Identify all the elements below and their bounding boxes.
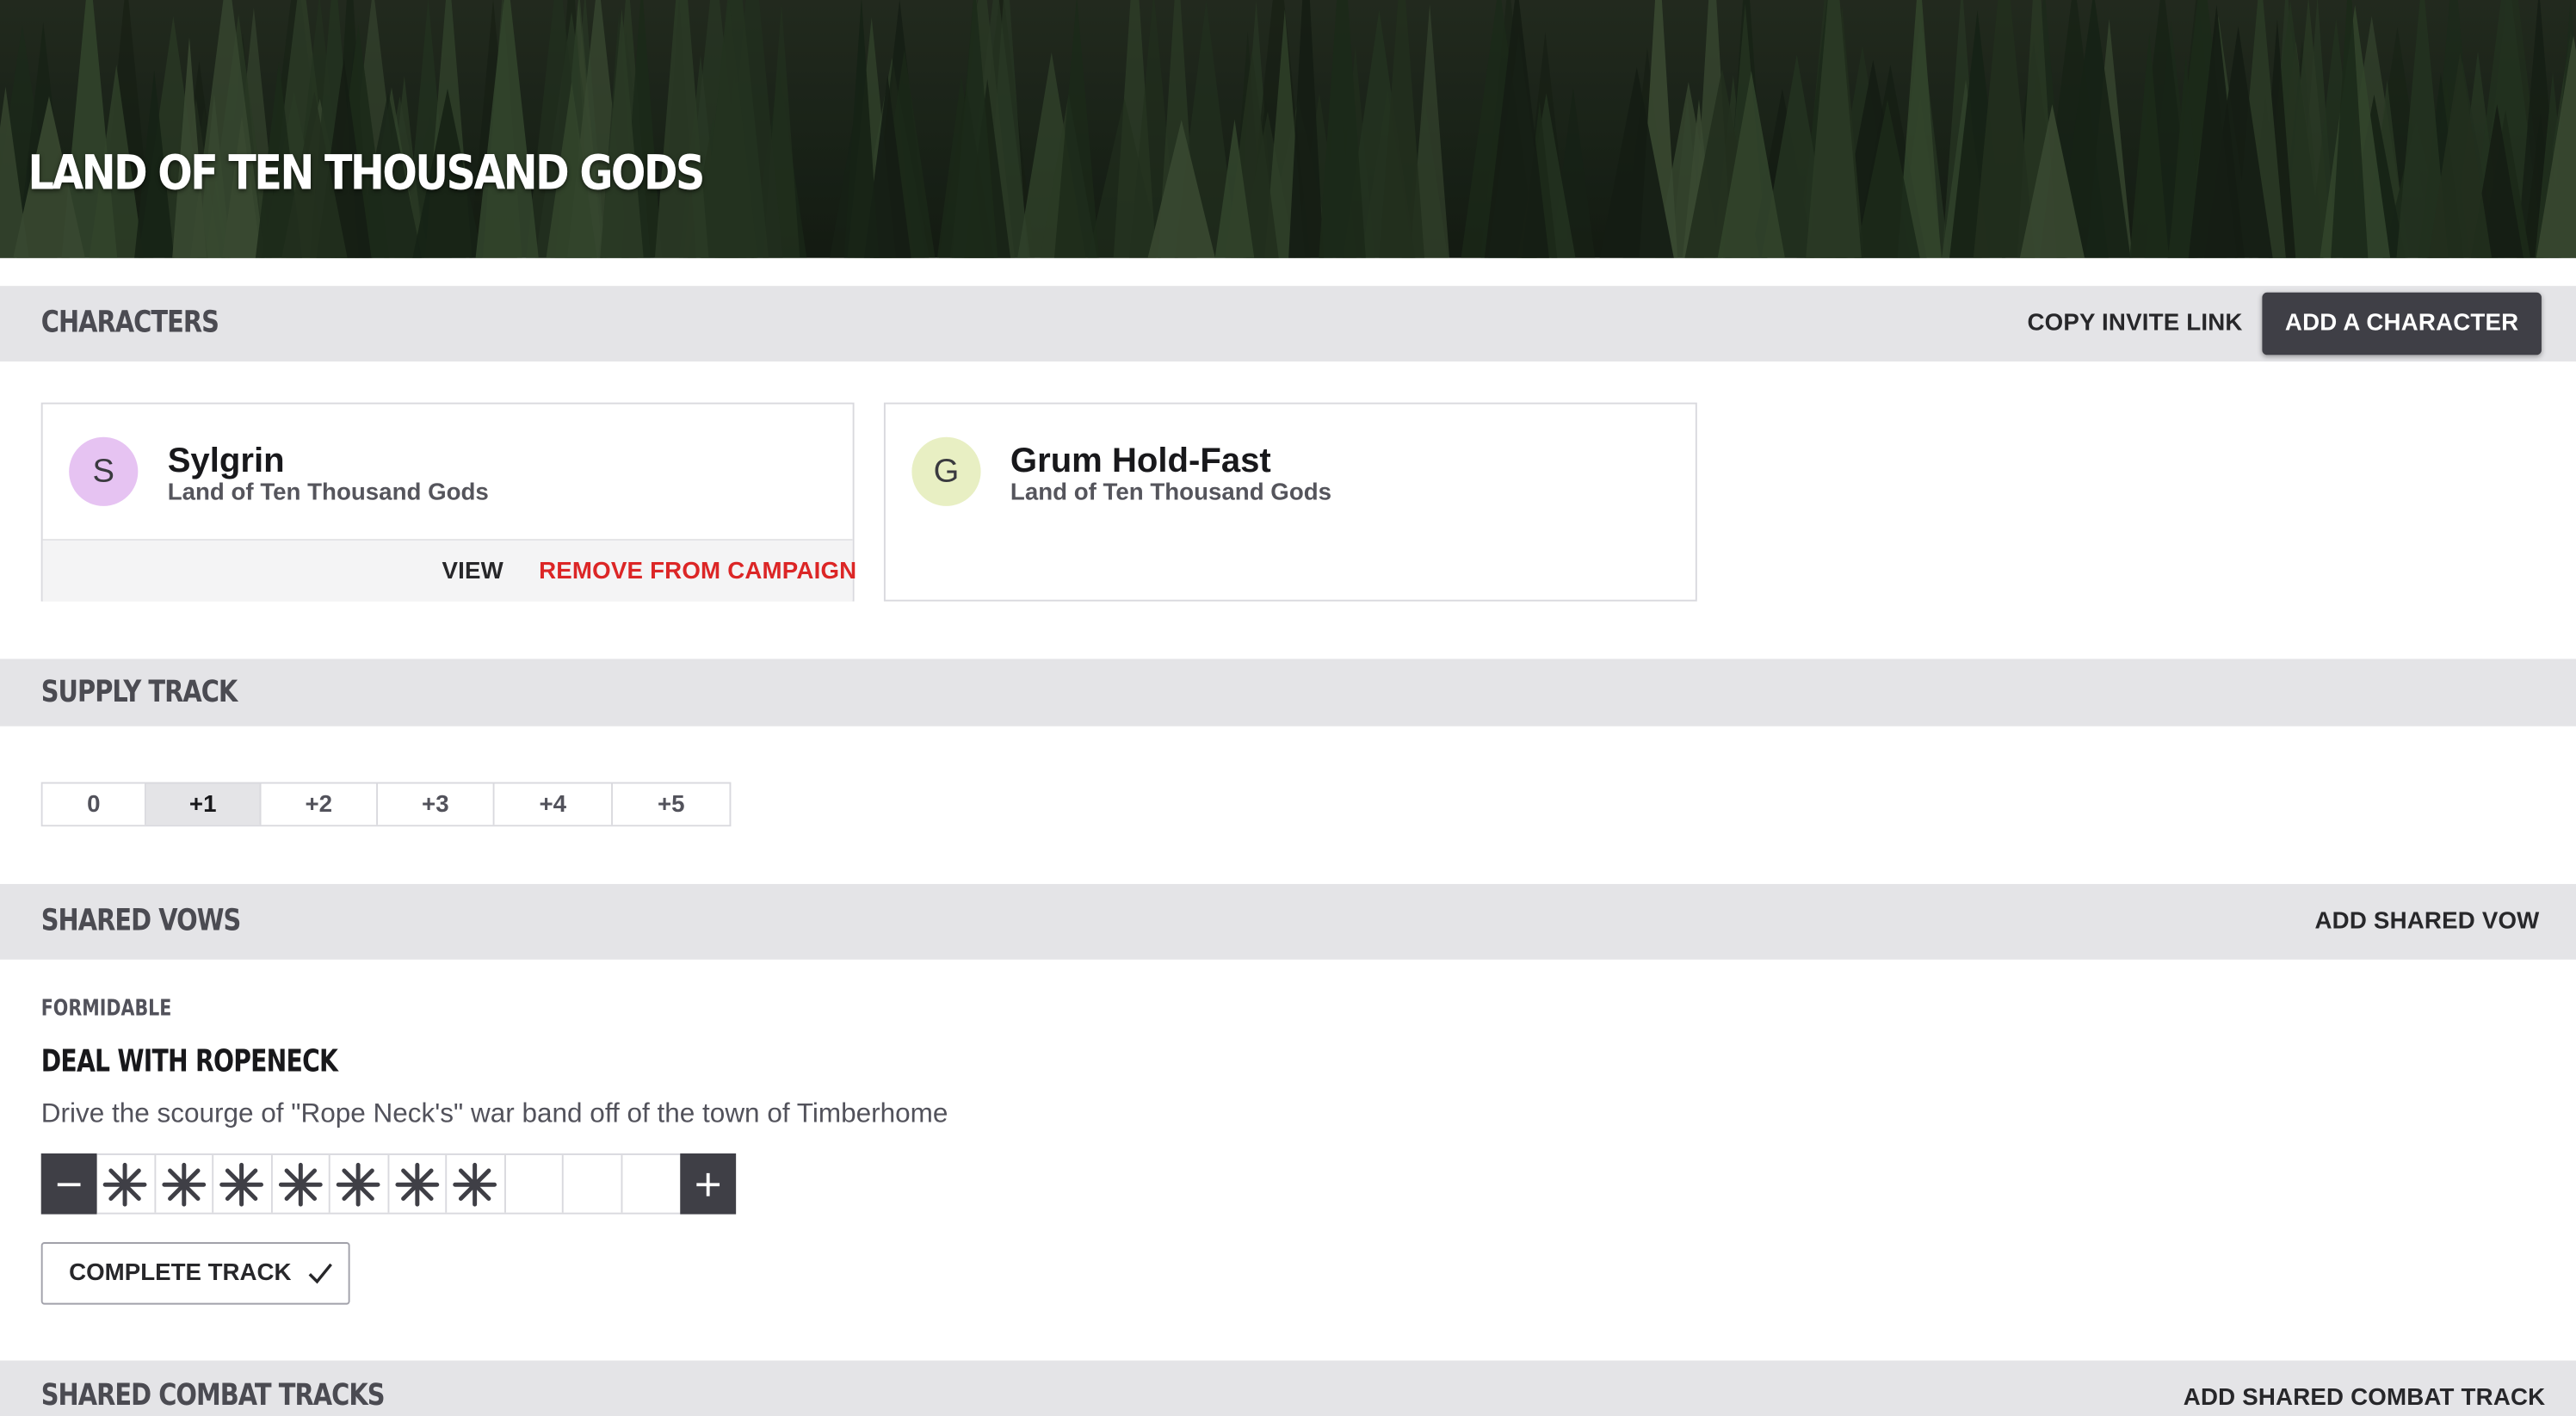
supply-option-1[interactable]: +1 — [145, 783, 262, 825]
character-campaign: Land of Ten Thousand Gods — [167, 479, 489, 506]
progress-box — [330, 1154, 389, 1213]
progress-box — [447, 1154, 505, 1213]
hero-banner: LAND OF TEN THOUSAND GODS — [0, 0, 2576, 258]
progress-tick-mark — [219, 1161, 264, 1206]
increment-progress-button[interactable] — [680, 1153, 737, 1215]
progress-box — [272, 1154, 330, 1213]
supply-option-3[interactable]: +3 — [378, 783, 495, 825]
shared-combat-header: SHARED COMBAT TRACKS ADD SHARED COMBAT T… — [0, 1360, 2576, 1416]
progress-box — [97, 1154, 156, 1213]
campaign-title: LAND OF TEN THOUSAND GODS — [28, 144, 705, 201]
vow-description: Drive the scourge of "Rope Neck's" war b… — [40, 1098, 948, 1129]
character-name: Grum Hold-Fast — [1010, 442, 1271, 480]
vow-rank: FORMIDABLE — [40, 995, 172, 1023]
supply-track: 0 +1 +2 +3 +4 +5 — [40, 782, 732, 827]
add-shared-vow-button[interactable]: ADD SHARED VOW — [2314, 909, 2539, 936]
supply-option-4[interactable]: +4 — [494, 783, 613, 825]
character-campaign: Land of Ten Thousand Gods — [1010, 479, 1332, 506]
add-character-button[interactable]: ADD A CHARACTER — [2262, 292, 2542, 356]
progress-box — [621, 1155, 680, 1213]
progress-box — [505, 1154, 564, 1213]
progress-tick-mark — [103, 1161, 147, 1206]
supply-option-2[interactable]: +2 — [261, 783, 379, 825]
progress-box — [155, 1154, 214, 1213]
remove-from-campaign-button[interactable]: REMOVE FROM CAMPAIGN — [539, 559, 856, 585]
progress-tick-mark — [453, 1161, 497, 1206]
progress-box — [564, 1154, 622, 1213]
progress-box — [388, 1154, 448, 1213]
shared-combat-title: SHARED COMBAT TRACKS — [40, 1378, 386, 1413]
supply-title: SUPPLY TRACK — [40, 675, 238, 710]
plus-icon — [696, 1172, 720, 1196]
shared-vows-title: SHARED VOWS — [40, 903, 242, 938]
avatar: G — [911, 436, 981, 506]
character-card-sylgrin: S Sylgrin Land of Ten Thousand Gods VIEW… — [40, 402, 856, 602]
supply-header: SUPPLY TRACK — [0, 659, 2576, 727]
supply-option-5[interactable]: +5 — [612, 783, 730, 825]
progress-boxes — [96, 1153, 681, 1215]
character-card-grum: G Grum Hold-Fast Land of Ten Thousand Go… — [883, 402, 1697, 602]
check-icon — [309, 1263, 333, 1284]
card-actions: VIEW REMOVE FROM CAMPAIGN — [42, 539, 856, 602]
complete-track-label: COMPLETE TRACK — [69, 1260, 292, 1287]
progress-box — [213, 1154, 272, 1213]
avatar: S — [69, 436, 139, 506]
complete-track-button[interactable]: COMPLETE TRACK — [40, 1242, 350, 1305]
vow-title: DEAL WITH ROPENECK — [40, 1044, 338, 1080]
vow-progress-track — [40, 1153, 737, 1215]
progress-tick-mark — [161, 1161, 206, 1206]
characters-title: CHARACTERS — [40, 306, 219, 341]
progress-tick-mark — [278, 1161, 323, 1206]
characters-header: CHARACTERS COPY INVITE LINK ADD A CHARAC… — [0, 286, 2576, 362]
decrement-progress-button[interactable] — [40, 1153, 97, 1215]
progress-tick-mark — [394, 1161, 439, 1206]
character-name: Sylgrin — [167, 442, 285, 480]
progress-tick-mark — [337, 1161, 380, 1206]
copy-invite-link-button[interactable]: COPY INVITE LINK — [2027, 311, 2242, 337]
supply-option-0[interactable]: 0 — [42, 783, 146, 825]
add-shared-combat-track-button[interactable]: ADD SHARED COMBAT TRACK — [2184, 1385, 2546, 1412]
view-button[interactable]: VIEW — [442, 559, 503, 585]
forest-image — [0, 0, 2576, 258]
shared-vows-header: SHARED VOWS ADD SHARED VOW — [0, 883, 2576, 960]
minus-icon — [57, 1182, 81, 1186]
